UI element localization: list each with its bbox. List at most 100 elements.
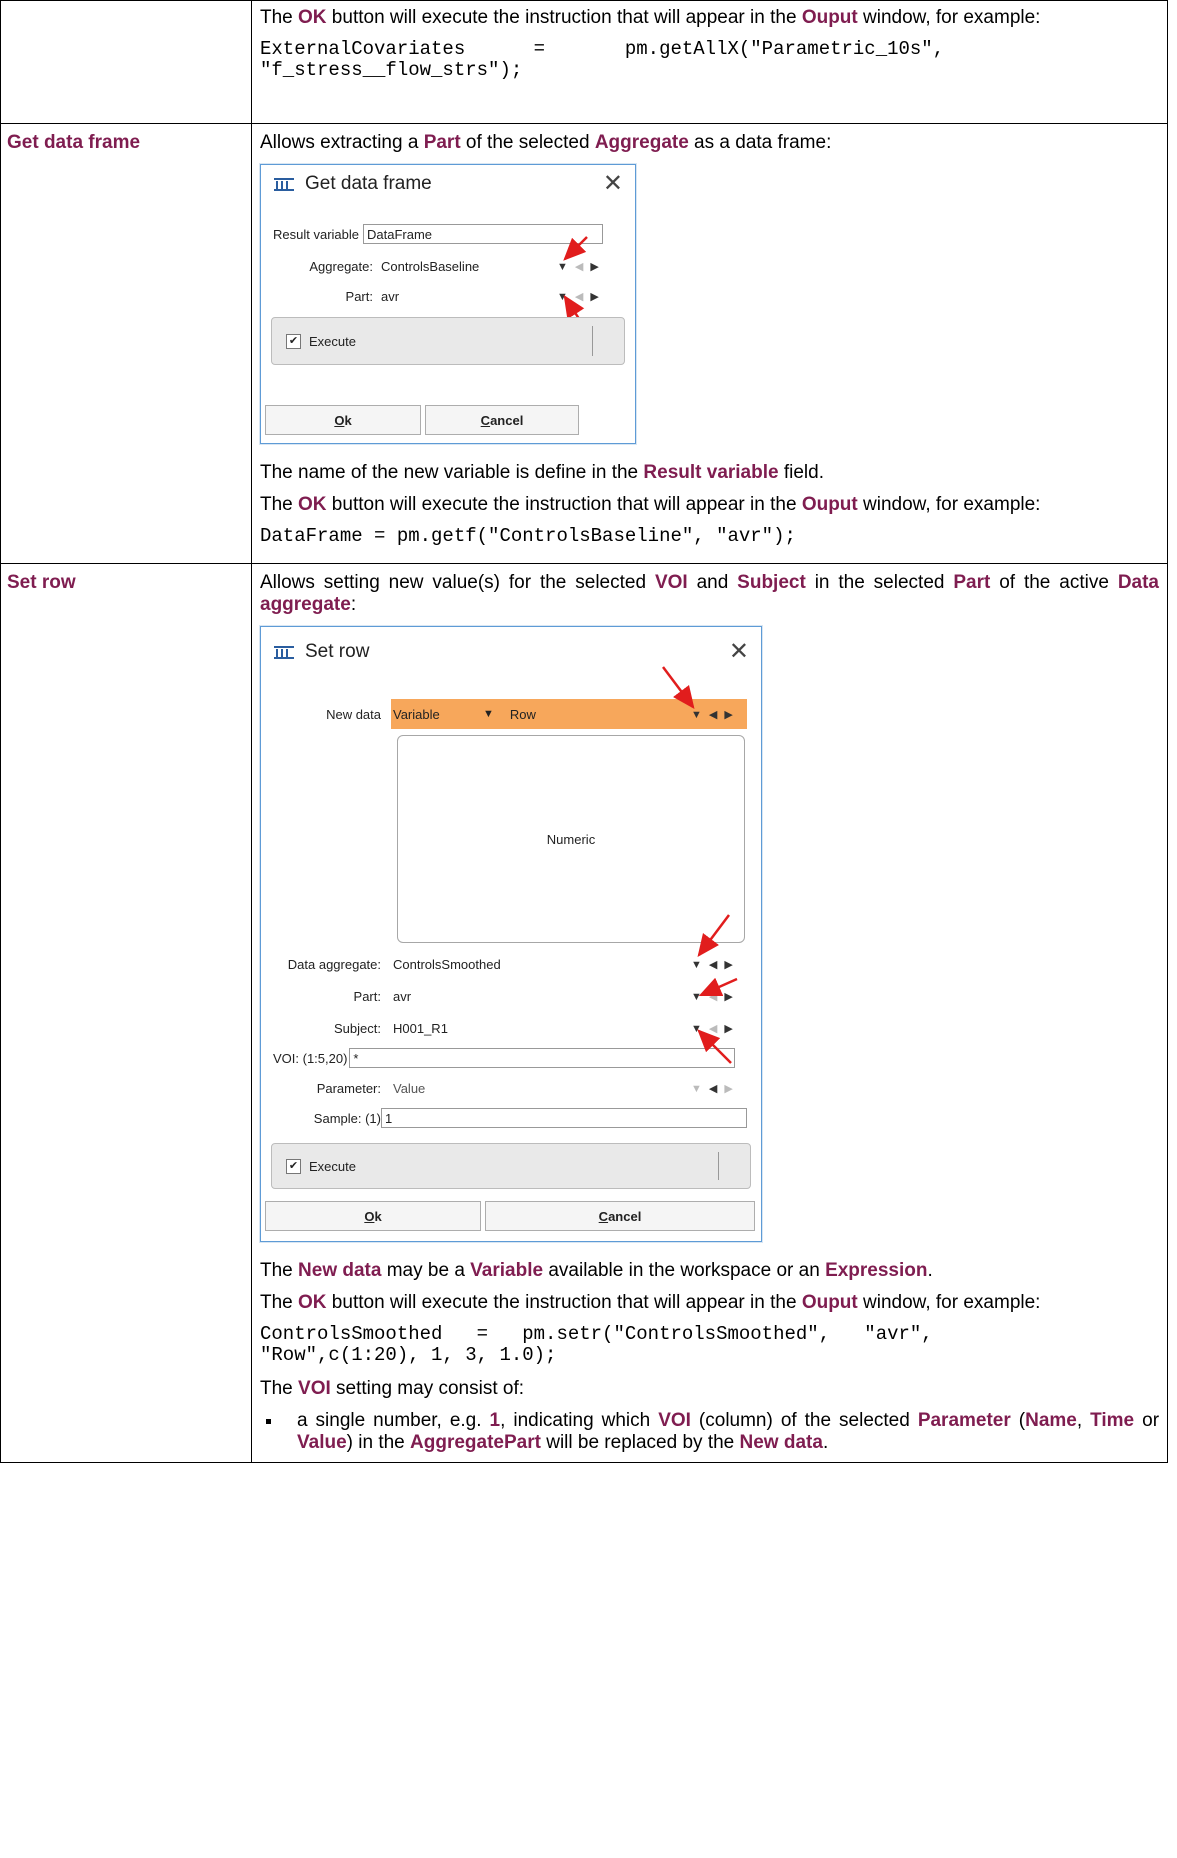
table-row: Get data frame Allows extracting a Part … xyxy=(0,123,1168,564)
new-data-paragraph: The New data may be a Variable available… xyxy=(260,1260,933,1281)
description-cell: Allows extracting a Part of the selected… xyxy=(251,123,1168,564)
description-cell: Allows setting new value(s) for the sele… xyxy=(251,563,1168,1463)
part-value[interactable]: avr xyxy=(393,989,411,1004)
description-cell: The OK button will execute the instructi… xyxy=(251,0,1168,124)
ok-button[interactable]: Ok xyxy=(265,405,421,435)
data-aggregate-label: Data aggregate: xyxy=(287,956,381,972)
chevron-down-icon[interactable]: ▼ xyxy=(691,991,702,1003)
set-row-dialog: Set row ✕ New data Variable ▼ Row ▼ ◀ ▶ … xyxy=(260,626,762,1242)
result-variable-paragraph: The name of the new variable is define i… xyxy=(260,462,824,483)
next-icon[interactable]: ▶ xyxy=(724,1022,732,1035)
parameter-label: Parameter: xyxy=(316,1080,381,1096)
list-item: a single number, e.g. 1, indicating whic… xyxy=(260,1410,1159,1454)
prev-icon[interactable]: ◀ xyxy=(709,1082,717,1095)
intro-paragraph: Allows setting new value(s) for the sele… xyxy=(260,572,1159,615)
next-icon[interactable]: ▶ xyxy=(724,990,732,1003)
subject-row: Subject: H001_R1 xyxy=(273,1017,448,1039)
next-icon[interactable]: ▶ xyxy=(590,260,598,273)
execute-checkbox[interactable]: ✔ xyxy=(286,1158,301,1174)
close-icon[interactable]: ✕ xyxy=(729,640,749,664)
cancel-button[interactable]: Cancel xyxy=(485,1201,755,1231)
parameter-row: Parameter: Value xyxy=(273,1077,426,1099)
result-variable-row: Result variable DataFrame xyxy=(273,223,603,245)
result-variable-label: Result variable xyxy=(273,226,359,242)
part-row: Part: avr xyxy=(273,985,412,1007)
new-data-type[interactable]: Variable xyxy=(393,707,473,722)
part-value[interactable]: avr xyxy=(381,289,399,304)
data-aggregate-controls: ▼ ◀ ▶ xyxy=(691,958,733,972)
highlight-term: Ouput xyxy=(801,7,858,28)
code-example: DataFrame = pm.getf("ControlsBaseline", … xyxy=(260,525,796,547)
chevron-down-icon[interactable]: ▼ xyxy=(691,1083,702,1095)
data-aggregate-row: Data aggregate: ControlsSmoothed xyxy=(273,953,501,975)
aggregate-label: Aggregate: xyxy=(309,258,373,274)
execute-checkbox[interactable]: ✔ xyxy=(286,333,301,349)
next-icon[interactable]: ▶ xyxy=(724,958,732,971)
prev-icon[interactable]: ◀ xyxy=(709,708,717,721)
prev-icon[interactable]: ◀ xyxy=(709,990,717,1003)
sample-label: Sample: (1) xyxy=(313,1110,381,1126)
prev-icon[interactable]: ◀ xyxy=(709,958,717,971)
parameter-value[interactable]: Value xyxy=(393,1081,425,1096)
empty-term-cell xyxy=(0,0,252,124)
part-row: Part: avr xyxy=(273,285,400,307)
chevron-down-icon[interactable]: ▼ xyxy=(691,709,702,721)
next-icon[interactable]: ▶ xyxy=(590,290,598,303)
dialog-title-bar: Get data frame ✕ xyxy=(261,165,635,203)
chevron-down-icon[interactable]: ▼ xyxy=(691,959,702,971)
next-icon[interactable]: ▶ xyxy=(724,708,732,721)
term-cell: Get data frame xyxy=(0,123,252,564)
execute-panel: ✔ Execute xyxy=(271,1143,751,1189)
term-set-row: Set row xyxy=(7,572,76,593)
sample-input[interactable]: 1 xyxy=(381,1108,747,1128)
aggregate-row: Aggregate: ControlsBaseline xyxy=(273,255,479,277)
dialog-title-bar: Set row ✕ xyxy=(261,627,761,677)
voi-input[interactable]: * xyxy=(349,1048,736,1068)
prev-icon[interactable]: ◀ xyxy=(575,290,583,303)
dialog-title: Set row xyxy=(305,641,370,662)
voi-label: VOI: (1:5,20) xyxy=(273,1050,348,1066)
pmod-logo-icon xyxy=(274,178,294,191)
subject-value[interactable]: H001_R1 xyxy=(393,1021,448,1036)
cancel-button[interactable]: Cancel xyxy=(425,405,579,435)
document-table: The OK button will execute the instructi… xyxy=(0,0,1168,1463)
pmod-logo-icon xyxy=(274,646,294,659)
numeric-editor[interactable]: Numeric xyxy=(397,735,745,943)
chevron-down-icon[interactable]: ▼ xyxy=(691,1023,702,1035)
chevron-down-icon[interactable]: ▼ xyxy=(483,708,494,720)
dialog-title: Get data frame xyxy=(305,173,432,194)
ok-button-paragraph: The OK button will execute the instructi… xyxy=(260,7,1041,28)
chevron-down-icon[interactable]: ▼ xyxy=(557,261,568,273)
voi-options-list: a single number, e.g. 1, indicating whic… xyxy=(260,1410,1159,1454)
subject-label: Subject: xyxy=(334,1020,381,1036)
code-example: ExternalCovariates = pm.getAllX("Paramet… xyxy=(260,38,945,81)
new-data-label: New data xyxy=(326,706,381,722)
part-controls: ▼ ◀ ▶ xyxy=(557,290,599,304)
voi-row: VOI: (1:5,20) * xyxy=(273,1047,736,1069)
prev-icon[interactable]: ◀ xyxy=(709,1022,717,1035)
ok-button[interactable]: Ok xyxy=(265,1201,481,1231)
table-row: Set row Allows setting new value(s) for … xyxy=(0,563,1168,1463)
new-data-row: New data Variable ▼ Row xyxy=(273,703,536,725)
term-get-data-frame: Get data frame xyxy=(7,132,141,153)
aggregate-value[interactable]: ControlsBaseline xyxy=(381,259,479,274)
aggregate-controls: ▼ ◀ ▶ xyxy=(557,260,599,274)
table-row: The OK button will execute the instructi… xyxy=(0,0,1168,124)
ok-button-paragraph: The OK button will execute the instructi… xyxy=(260,1292,1041,1313)
voi-setting-paragraph: The VOI setting may consist of: xyxy=(260,1378,525,1399)
part-controls: ▼ ◀ ▶ xyxy=(691,990,733,1004)
ok-button-paragraph: The OK button will execute the instructi… xyxy=(260,494,1041,515)
code-example: ControlsSmoothed = pm.setr("ControlsSmoo… xyxy=(260,1323,933,1366)
part-label: Part: xyxy=(353,988,381,1004)
next-icon[interactable]: ▶ xyxy=(724,1082,732,1095)
intro-paragraph: Allows extracting a Part of the selected… xyxy=(260,132,832,153)
prev-icon[interactable]: ◀ xyxy=(575,260,583,273)
new-data-controls: ▼ ◀ ▶ xyxy=(691,708,733,722)
new-data-value[interactable]: Row xyxy=(510,707,536,722)
result-variable-input[interactable]: DataFrame xyxy=(363,224,603,244)
parameter-controls: ▼ ◀ ▶ xyxy=(691,1082,733,1096)
chevron-down-icon[interactable]: ▼ xyxy=(557,291,568,303)
execute-panel: ✔ Execute xyxy=(271,317,625,365)
data-aggregate-value[interactable]: ControlsSmoothed xyxy=(393,957,501,972)
close-icon[interactable]: ✕ xyxy=(603,172,623,196)
